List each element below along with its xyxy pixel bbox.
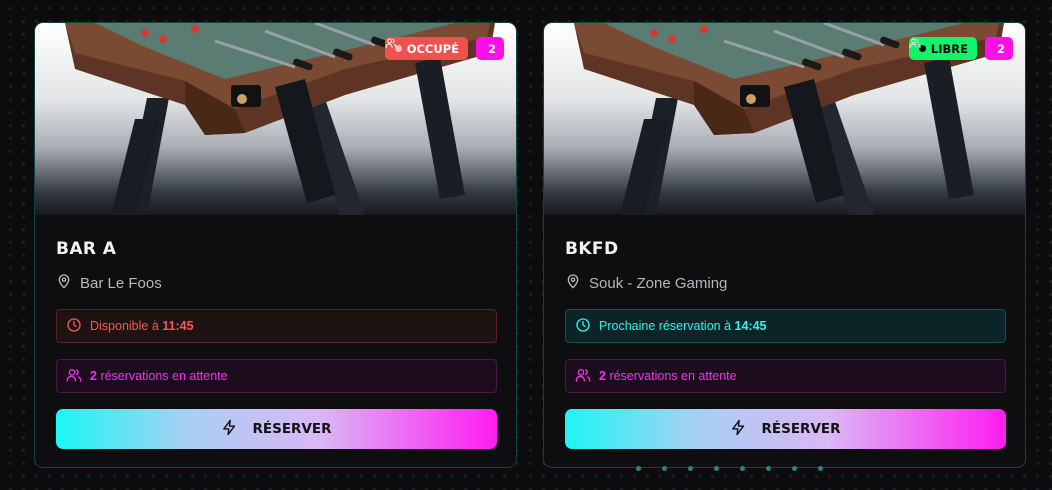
player-count-badge: 2 [909,37,1013,60]
queue-count: 2 [90,369,97,383]
player-count: 2 [487,41,496,56]
queue-count: 2 [599,369,606,383]
pagination-dot[interactable] [636,466,641,471]
queue-text: 2 réservations en attente [90,369,228,383]
pagination-dot[interactable] [792,466,797,471]
queue-text: 2 réservations en attente [599,369,737,383]
availability-prefix: Disponible à [90,319,159,333]
table-location: Souk - Zone Gaming [565,273,727,293]
status-badges: OCCUPÉ 2 [384,37,504,60]
player-count-badge: 2 [385,37,504,60]
availability-text: Disponible à 11:45 [90,319,194,333]
table-location: Bar Le Foos [56,273,162,293]
map-pin-icon [56,273,72,293]
status-badge-occupied: OCCUPÉ [384,37,468,60]
queue-label: réservations en attente [100,369,228,383]
users-icon [575,367,591,386]
pagination-dot[interactable] [818,466,823,471]
queue-label: réservations en attente [609,369,737,383]
status-badges: LIBRE 2 [908,37,1013,60]
clock-icon [575,317,591,336]
status-label: LIBRE [930,41,968,56]
availability-prefix: Prochaine réservation à [599,319,732,333]
foosball-table-image: LIBRE 2 [544,23,1025,215]
foosball-table-card: LIBRE 2 BKFD Souk - Zone Gaming Prochain… [543,22,1026,468]
pagination-dot[interactable] [740,466,745,471]
queue-notice: 2 réservations en attente [565,359,1006,393]
location-label: Bar Le Foos [80,274,162,292]
location-label: Souk - Zone Gaming [589,274,728,292]
availability-time: 14:45 [734,319,767,333]
reserve-button[interactable]: RÉSERVER [565,409,1006,449]
pagination-dot[interactable] [766,466,771,471]
pagination-dot[interactable] [688,466,693,471]
users-icon [66,367,82,386]
next-reservation-notice: Prochaine réservation à 14:45 [565,309,1006,343]
table-title: BAR A [56,239,117,259]
pagination-dot[interactable] [662,466,667,471]
availability-time: 11:45 [162,319,194,333]
foosball-table-image: OCCUPÉ 2 [35,23,516,215]
map-pin-icon [565,273,581,293]
pagination-dot[interactable] [714,466,719,471]
reserve-label: RÉSERVER [761,421,841,437]
foosball-table-card: OCCUPÉ 2 BAR A Bar Le Foos Disponible à … [34,22,517,468]
availability-text: Prochaine réservation à 14:45 [599,319,767,333]
queue-notice: 2 réservations en attente [56,359,497,393]
lightning-icon [221,419,238,440]
carousel-pagination [636,466,823,471]
clock-icon [66,317,82,336]
availability-notice: Disponible à 11:45 [56,309,497,343]
table-title: BKFD [565,239,619,259]
status-label: OCCUPÉ [406,41,459,56]
lightning-icon [730,419,747,440]
reserve-label: RÉSERVER [252,421,332,437]
player-count: 2 [996,41,1005,56]
reserve-button[interactable]: RÉSERVER [56,409,497,449]
